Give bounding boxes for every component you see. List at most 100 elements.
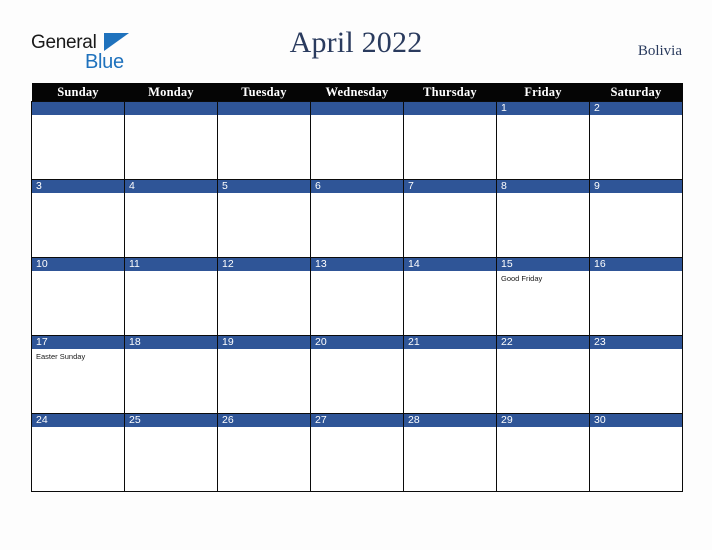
- day-events: Good Friday: [497, 271, 589, 284]
- date-number: 14: [404, 258, 496, 271]
- calendar-week-row: 17 Easter Sunday 18 19 20 21 22 23: [31, 335, 683, 414]
- date-number: 9: [590, 180, 682, 193]
- calendar-header-row: Sunday Monday Tuesday Wednesday Thursday Frid…: [31, 83, 683, 102]
- calendar-day-cell[interactable]: 5: [217, 179, 311, 258]
- date-number: 24: [32, 414, 124, 427]
- calendar-day-cell[interactable]: 12: [217, 257, 311, 336]
- weekday-header-wednesday: Wednesday: [310, 83, 404, 102]
- day-cell-inner: [32, 102, 124, 179]
- day-events: [590, 271, 682, 274]
- calendar-day-cell[interactable]: 29: [496, 413, 590, 492]
- calendar-day-cell[interactable]: 15 Good Friday: [496, 257, 590, 336]
- day-cell-inner: 11: [125, 258, 217, 335]
- date-number: 30: [590, 414, 682, 427]
- date-number: 13: [311, 258, 403, 271]
- day-cell-inner: 28: [404, 414, 496, 491]
- calendar-day-cell[interactable]: 8: [496, 179, 590, 258]
- calendar-day-cell[interactable]: 14: [403, 257, 497, 336]
- calendar-day-cell[interactable]: 22: [496, 335, 590, 414]
- calendar-empty-cell: [217, 101, 311, 180]
- day-cell-inner: 1: [497, 102, 589, 179]
- date-number: 15: [497, 258, 589, 271]
- date-number: 21: [404, 336, 496, 349]
- day-events: [404, 115, 496, 118]
- calendar-day-cell[interactable]: 13: [310, 257, 404, 336]
- calendar-day-cell[interactable]: 28: [403, 413, 497, 492]
- day-cell-inner: [125, 102, 217, 179]
- weekday-header-tuesday: Tuesday: [217, 83, 311, 102]
- calendar-day-cell[interactable]: 27: [310, 413, 404, 492]
- day-cell-inner: 21: [404, 336, 496, 413]
- day-events: [404, 193, 496, 196]
- day-events: [218, 193, 310, 196]
- calendar-day-cell[interactable]: 19: [217, 335, 311, 414]
- date-number: 23: [590, 336, 682, 349]
- calendar-day-cell[interactable]: 17 Easter Sunday: [31, 335, 125, 414]
- calendar-day-cell[interactable]: 3: [31, 179, 125, 258]
- date-number: 3: [32, 180, 124, 193]
- calendar-week-row: 12: [31, 101, 683, 180]
- calendar-week-row: 10 11 12 13 14 15 Good Friday 16: [31, 257, 683, 336]
- calendar-day-cell[interactable]: 25: [124, 413, 218, 492]
- calendar-empty-cell: [124, 101, 218, 180]
- day-events: [125, 193, 217, 196]
- day-cell-inner: 13: [311, 258, 403, 335]
- day-events: [590, 115, 682, 118]
- calendar-day-cell[interactable]: 21: [403, 335, 497, 414]
- country-label: Bolivia: [637, 43, 682, 59]
- day-cell-inner: 5: [218, 180, 310, 257]
- date-number: 2: [590, 102, 682, 115]
- day-events: [125, 427, 217, 430]
- day-events: [218, 427, 310, 430]
- day-cell-inner: 15 Good Friday: [497, 258, 589, 335]
- day-cell-inner: 8: [497, 180, 589, 257]
- calendar-day-cell[interactable]: 23: [589, 335, 683, 414]
- calendar-day-cell[interactable]: 18: [124, 335, 218, 414]
- day-cell-inner: 20: [311, 336, 403, 413]
- day-cell-inner: 30: [590, 414, 682, 491]
- day-cell-inner: 17 Easter Sunday: [32, 336, 124, 413]
- calendar-day-cell[interactable]: 10: [31, 257, 125, 336]
- calendar-empty-cell: [403, 101, 497, 180]
- date-number: 25: [125, 414, 217, 427]
- day-cell-inner: 12: [218, 258, 310, 335]
- date-number: 29: [497, 414, 589, 427]
- day-events: [32, 193, 124, 196]
- day-cell-inner: [218, 102, 310, 179]
- date-number: 4: [125, 180, 217, 193]
- calendar-empty-cell: [310, 101, 404, 180]
- day-cell-inner: 3: [32, 180, 124, 257]
- day-events: [218, 115, 310, 118]
- day-events: [311, 115, 403, 118]
- calendar-day-cell[interactable]: 9: [589, 179, 683, 258]
- calendar-day-cell[interactable]: 6: [310, 179, 404, 258]
- day-cell-inner: 9: [590, 180, 682, 257]
- date-number: 26: [218, 414, 310, 427]
- day-cell-inner: 2: [590, 102, 682, 179]
- day-events: [590, 427, 682, 430]
- calendar-day-cell[interactable]: 1: [496, 101, 590, 180]
- calendar-week-row: 24 25 26 27 28 29 30: [31, 413, 683, 492]
- calendar-day-cell[interactable]: 24: [31, 413, 125, 492]
- day-events: [32, 271, 124, 274]
- calendar-empty-cell: [31, 101, 125, 180]
- date-number: 5: [218, 180, 310, 193]
- calendar-day-cell[interactable]: 20: [310, 335, 404, 414]
- date-number: 7: [404, 180, 496, 193]
- calendar-day-cell[interactable]: 2: [589, 101, 683, 180]
- page-header: General Blue April 2022 Bolivia: [0, 0, 712, 83]
- calendar-day-cell[interactable]: 11: [124, 257, 218, 336]
- calendar-day-cell[interactable]: 30: [589, 413, 683, 492]
- calendar-day-cell[interactable]: 4: [124, 179, 218, 258]
- date-number: 12: [218, 258, 310, 271]
- date-number: 22: [497, 336, 589, 349]
- calendar-day-cell[interactable]: 26: [217, 413, 311, 492]
- day-cell-inner: 7: [404, 180, 496, 257]
- day-events: [125, 271, 217, 274]
- day-events: [404, 349, 496, 352]
- calendar-day-cell[interactable]: 7: [403, 179, 497, 258]
- weekday-header-thursday: Thursday: [403, 83, 497, 102]
- calendar-day-cell[interactable]: 16: [589, 257, 683, 336]
- date-number: [404, 102, 496, 115]
- weekday-header-friday: Friday: [496, 83, 590, 102]
